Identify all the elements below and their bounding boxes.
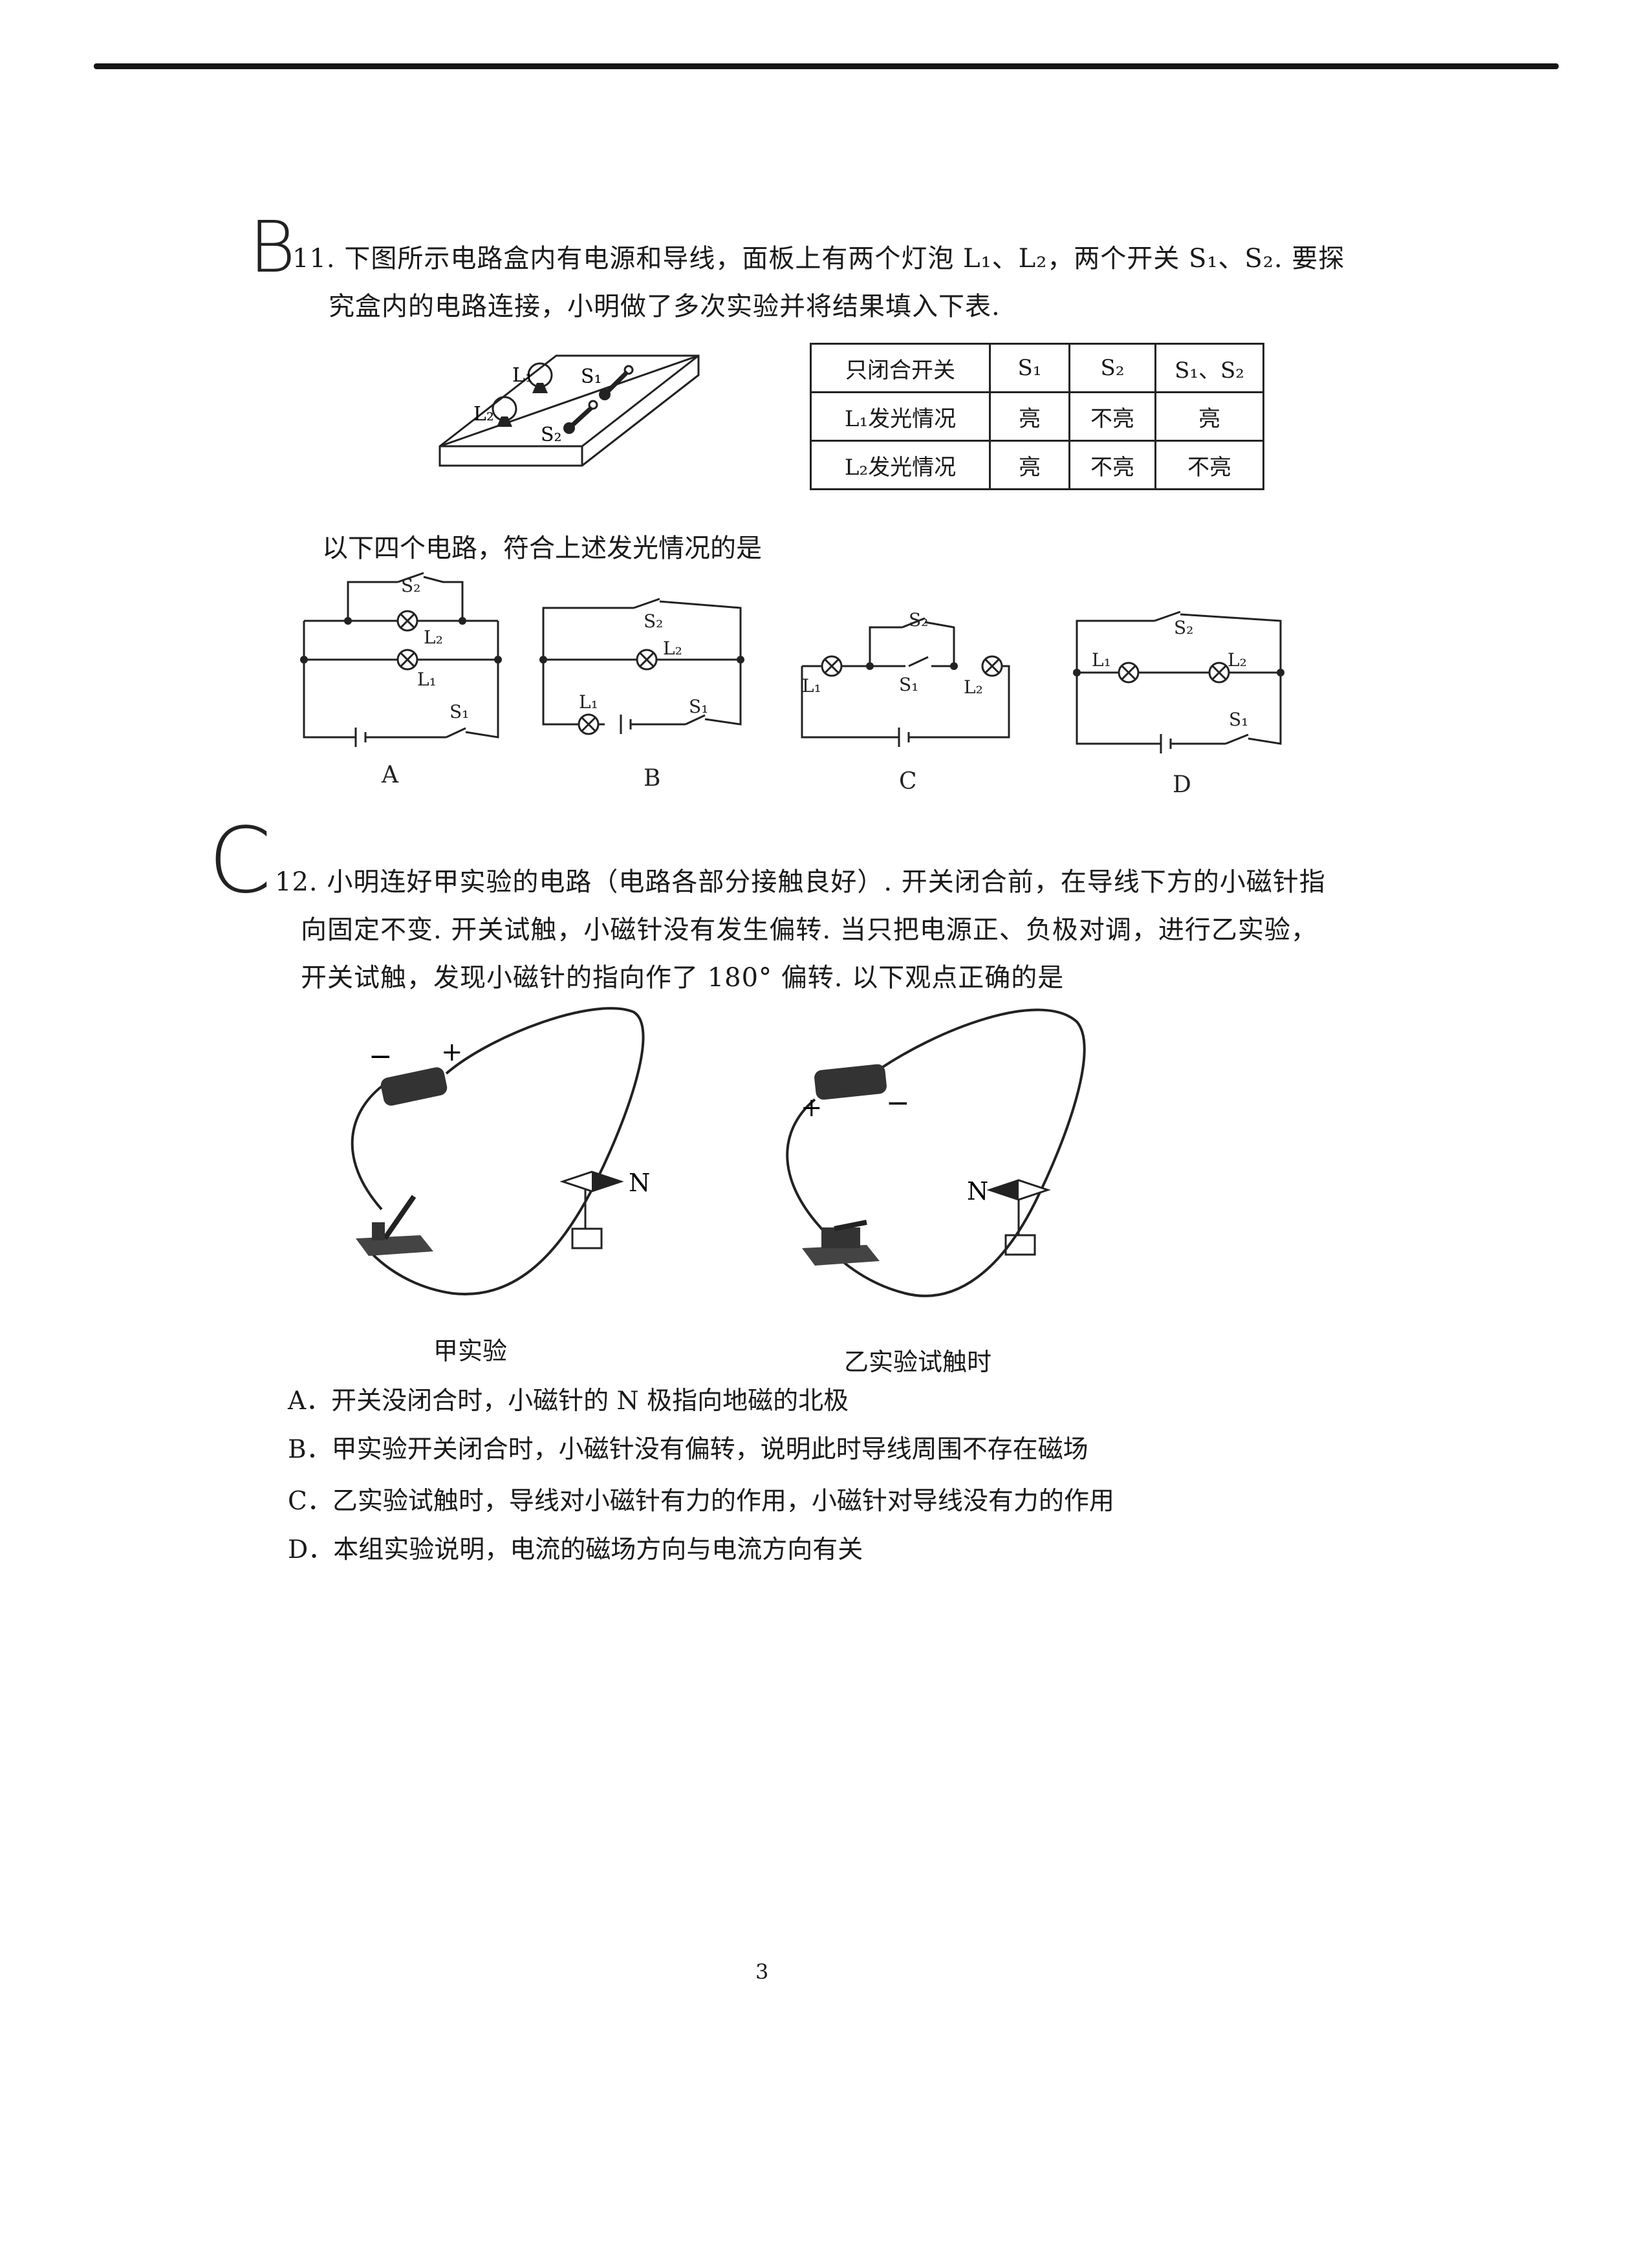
circuit-option-a: A — [381, 762, 399, 788]
box-switch-s1-icon — [599, 365, 634, 400]
table-row: L₂发光情况 亮 不亮 不亮 — [810, 440, 1264, 490]
table-cell: 亮 — [989, 391, 1070, 442]
box-label-l2: L₂ — [473, 403, 494, 426]
label-d-l2: L₂ — [1228, 649, 1247, 671]
label-d-s1: S₁ — [1229, 709, 1248, 730]
label-c-l2: L₂ — [964, 676, 983, 698]
q12-text: 12. 小明连好甲实验的电路（电路各部分接触良好）. 开关闭合前，在导线下方的小… — [275, 858, 1387, 907]
q12-experiment-figures: − + N + − N — [351, 1007, 1086, 1297]
needle-yi-north — [990, 1180, 1019, 1200]
caption-yi: 乙实验试触时 — [844, 1348, 992, 1376]
label-a-s1: S₁ — [449, 701, 469, 722]
q12-number: 12. — [275, 867, 318, 897]
q11-circuit-diagrams: S₂ L₂ L₁ S₁ S₂ L₂ L₁ S₁ S₂ L₁ S₁ L₂ S₂ L… — [300, 572, 1284, 798]
table-cell: S₂ — [1068, 343, 1156, 393]
table-cell: 不亮 — [1068, 391, 1156, 442]
circuit-b — [542, 598, 742, 735]
jia-plus: + — [441, 1037, 463, 1067]
circuit-box-figure: L₁ L₂ S₁ S₂ — [439, 354, 700, 467]
table-cell: L₂发光情况 — [810, 440, 991, 490]
table-cell: 不亮 — [1068, 440, 1156, 490]
header-rule — [94, 63, 1559, 69]
label-a-l2: L₂ — [424, 627, 443, 648]
circuit-option-d: D — [1173, 772, 1191, 798]
q12-line2: 向固定不变. 开关试触，小磁针没有发生偏转. 当只把电源正、负极对调，进行乙实验… — [301, 915, 1317, 945]
label-d-l1: L₁ — [1092, 649, 1111, 671]
q11-line2: 究盒内的电路连接，小明做了多次实验并将结果填入下表. — [329, 292, 1001, 321]
q12-handwritten-answer: C — [208, 808, 272, 914]
yi-minus: − — [886, 1086, 910, 1119]
circuit-option-b: B — [644, 765, 660, 792]
q11-line1: 下图所示电路盒内有电源和导线，面板上有两个灯泡 L₁、L₂，两个开关 S₁、S₂… — [344, 244, 1345, 274]
needle-jia-north — [592, 1172, 621, 1191]
jia-north-label: N — [629, 1169, 650, 1197]
label-c-s2: S₂ — [909, 609, 928, 631]
table-cell: S₁、S₂ — [1154, 343, 1264, 393]
label-b-s2: S₂ — [644, 610, 663, 632]
label-a-l1: L₁ — [417, 669, 437, 690]
table-cell: 亮 — [1154, 391, 1264, 442]
box-label-s2: S₂ — [541, 424, 562, 446]
table-cell: 亮 — [989, 440, 1070, 490]
experiment-yi: + − N — [786, 1008, 1086, 1297]
knife-switch-yi-icon — [802, 1220, 880, 1266]
q11-results-table: 只闭合开关 S₁ S₂ S₁、S₂ L₁发光情况 亮 不亮 亮 L₂发光情况 亮… — [810, 343, 1264, 490]
q11-prompt: 以下四个电路，符合上述发光情况的是 — [322, 534, 762, 563]
knife-switch-jia-icon — [356, 1194, 433, 1256]
caption-jia: 甲实验 — [433, 1337, 508, 1365]
page-number: 3 — [755, 1960, 769, 1984]
label-b-l2: L₂ — [663, 638, 682, 659]
label-c-s1: S₁ — [899, 674, 918, 695]
table-cell: 不亮 — [1154, 440, 1264, 490]
q12-choice-a: A．开关没闭合时，小磁针的 N 极指向地磁的北极 — [288, 1387, 849, 1416]
box-lamp-l2-icon — [492, 396, 517, 427]
table-row: 只闭合开关 S₁ S₂ S₁、S₂ — [810, 343, 1264, 393]
label-c-l1: L₁ — [802, 675, 821, 697]
box-label-l1: L₁ — [512, 364, 533, 387]
label-a-s2: S₂ — [401, 575, 420, 596]
jia-minus: − — [369, 1040, 393, 1073]
q11-text: 11. 下图所示电路盒内有电源和导线，面板上有两个灯泡 L₁、L₂，两个开关 S… — [292, 234, 1353, 283]
yi-plus: + — [801, 1093, 823, 1123]
table-cell: 只闭合开关 — [810, 343, 991, 393]
battery-yi-icon — [814, 1064, 887, 1100]
box-switch-s2-icon — [563, 400, 598, 434]
q12-choice-c: C．乙实验试触时，导线对小磁针有力的作用，小磁针对导线没有力的作用 — [288, 1487, 1114, 1516]
box-label-s1: S₁ — [581, 365, 602, 388]
label-d-s2: S₂ — [1174, 617, 1193, 638]
q12-choice-d: D．本组实验说明，电流的磁场方向与电流方向有关 — [288, 1535, 863, 1564]
table-row: L₁发光情况 亮 不亮 亮 — [810, 391, 1264, 442]
q11-handwritten-answer: B — [249, 206, 296, 288]
q12-line1: 小明连好甲实验的电路（电路各部分接触良好）. 开关闭合前，在导线下方的小磁针指 — [327, 867, 1326, 897]
label-b-l1: L₁ — [579, 691, 598, 713]
label-b-s1: S₁ — [689, 696, 708, 717]
q11-number: 11. — [292, 244, 336, 274]
circuit-option-c: C — [899, 768, 917, 795]
q12-choice-b: B．甲实验开关闭合时，小磁针没有偏转，说明此时导线周围不存在磁场 — [288, 1435, 1088, 1464]
table-cell: L₁发光情况 — [810, 391, 991, 442]
experiment-jia: − + N — [351, 1007, 650, 1296]
table-cell: S₁ — [989, 343, 1070, 393]
yi-north-label: N — [967, 1177, 988, 1205]
